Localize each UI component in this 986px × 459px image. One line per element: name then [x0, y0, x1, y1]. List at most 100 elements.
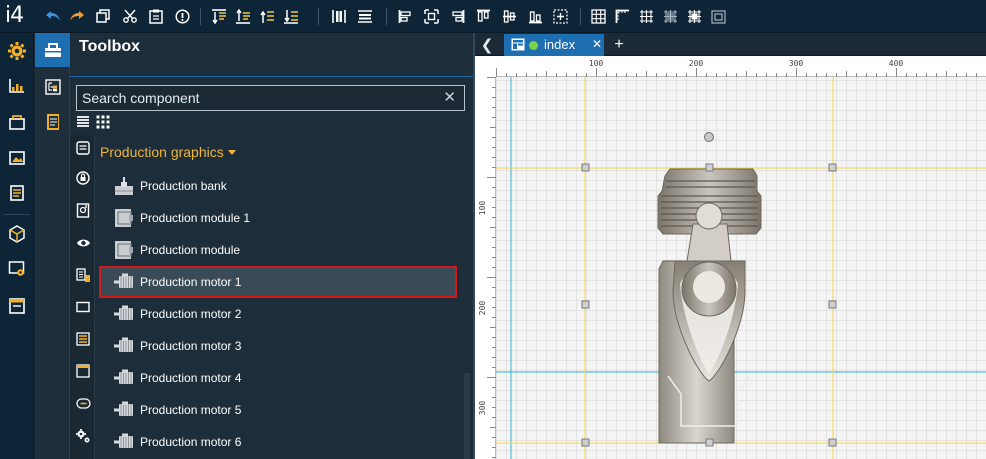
bring-forward-icon[interactable]: [258, 7, 276, 25]
align-center-icon[interactable]: [422, 7, 440, 25]
category-basic-icon[interactable]: [74, 139, 92, 157]
list-item[interactable]: Production motor 2: [99, 298, 457, 330]
ruler-icon[interactable]: [613, 7, 631, 25]
distribute-horizontal-icon[interactable]: [356, 7, 374, 25]
chevron-left-icon[interactable]: ❮: [475, 33, 499, 56]
category-library-icon[interactable]: [74, 266, 92, 284]
toolbox-tab-rail: [35, 33, 70, 459]
info-icon[interactable]: [173, 7, 191, 25]
list-item-label: Production module 1: [140, 211, 251, 225]
undo-icon[interactable]: [44, 7, 62, 25]
paste-icon[interactable]: [147, 7, 165, 25]
screen-settings-icon[interactable]: [5, 257, 29, 281]
list-item[interactable]: Production motor 3: [99, 330, 457, 362]
category-view-icon[interactable]: [74, 234, 92, 252]
send-backward-icon[interactable]: [282, 7, 300, 25]
list-item-label: Production motor 4: [140, 371, 242, 385]
grid-view-icon[interactable]: [96, 115, 110, 134]
motor-icon: [113, 432, 135, 452]
align-bottom-edge-icon[interactable]: [526, 7, 544, 25]
clear-search-icon[interactable]: ✕: [443, 89, 456, 107]
list-item[interactable]: Production module 1: [99, 202, 457, 234]
toolbar-separator: [580, 8, 581, 25]
tab-label: index: [544, 37, 576, 52]
search-input[interactable]: [77, 86, 437, 110]
pages-icon[interactable]: [5, 181, 29, 205]
vertical-ruler: 100 200 300: [475, 56, 496, 459]
cut-icon[interactable]: [121, 7, 139, 25]
ruler-label: 100: [478, 201, 487, 216]
list-item-label: Production motor 1: [140, 275, 242, 289]
canvas-drawing: [496, 77, 986, 459]
category-devices-icon[interactable]: [74, 201, 92, 219]
main-left-menu: [0, 33, 34, 459]
list-view-icon[interactable]: [76, 115, 90, 134]
grid-icon[interactable]: [589, 7, 607, 25]
grid-settings-icon[interactable]: [685, 7, 703, 25]
category-connectors-icon[interactable]: [74, 394, 92, 412]
fit-icon[interactable]: [709, 7, 727, 25]
snap-objects-icon[interactable]: [661, 7, 679, 25]
list-item-selected[interactable]: Production motor 1: [99, 266, 457, 298]
align-top-edge-icon[interactable]: [474, 7, 492, 25]
redo-icon[interactable]: [68, 7, 86, 25]
list-item[interactable]: Production bank: [99, 170, 457, 202]
center-selection-icon[interactable]: [551, 7, 569, 25]
motor-icon: [113, 304, 135, 324]
editor-tab-bar: ❮ index ✕ +: [475, 33, 986, 56]
app-logo: i4: [5, 3, 24, 28]
ruler-label: 200: [478, 301, 487, 316]
ruler-label: 200: [689, 59, 704, 68]
ruler-label: 100: [589, 59, 604, 68]
list-item[interactable]: Production motor 6: [99, 426, 457, 458]
list-scrollbar[interactable]: [464, 373, 470, 459]
category-lists-icon[interactable]: [74, 330, 92, 348]
align-middle-icon[interactable]: [500, 7, 518, 25]
design-canvas[interactable]: 100 200 300 400 100 200 300: [475, 56, 986, 459]
project-tree-tab-icon[interactable]: [35, 70, 70, 104]
settings-icon[interactable]: [5, 39, 29, 63]
align-right-icon[interactable]: [448, 7, 466, 25]
production-module-icon: [113, 208, 135, 228]
project-icon[interactable]: [5, 110, 29, 134]
toolbar-separator: [318, 8, 319, 25]
gallery-icon[interactable]: [5, 146, 29, 170]
list-item[interactable]: Production motor 5: [99, 394, 457, 426]
close-icon[interactable]: ✕: [592, 37, 602, 51]
list-item-label: Production module: [140, 243, 241, 257]
panel-divider: [70, 76, 473, 77]
ruler-label: 400: [889, 59, 904, 68]
list-item[interactable]: Production motor 4: [99, 362, 457, 394]
list-item-label: Production motor 2: [140, 307, 242, 321]
list-item-label: Production motor 6: [140, 435, 242, 449]
production-module-icon: [113, 240, 135, 260]
window-icon[interactable]: [5, 294, 29, 318]
tab-index[interactable]: index ✕: [504, 34, 604, 56]
align-bottom-icon[interactable]: [234, 7, 252, 25]
category-security-icon[interactable]: [74, 169, 92, 187]
motor-icon: [113, 400, 135, 420]
production-bank-icon: [113, 176, 135, 196]
category-windows-icon[interactable]: [74, 362, 92, 380]
category-graphics-icon[interactable]: [74, 427, 92, 445]
snap-grid-icon[interactable]: [637, 7, 655, 25]
properties-tab-icon[interactable]: [35, 105, 70, 139]
list-item[interactable]: Production module: [99, 234, 457, 266]
page-icon: [511, 38, 525, 56]
add-tab-icon[interactable]: +: [609, 33, 629, 56]
component-list: Production graphics Production bank Prod…: [96, 135, 473, 459]
editor-area: ❮ index ✕ + 100 200 300 400 100 200 300: [475, 33, 986, 459]
packages-icon[interactable]: [5, 222, 29, 246]
dashboard-icon[interactable]: [5, 74, 29, 98]
motor-icon: [113, 336, 135, 356]
group-header[interactable]: Production graphics: [100, 144, 236, 160]
group-label: Production graphics: [100, 144, 224, 160]
category-shapes-icon[interactable]: [74, 298, 92, 316]
distribute-vertical-icon[interactable]: [330, 7, 348, 25]
main-toolbar: i4: [0, 0, 986, 33]
align-left-icon[interactable]: [396, 7, 414, 25]
copy-icon[interactable]: [94, 7, 112, 25]
category-rail: [70, 135, 95, 459]
toolbox-tab-icon[interactable]: [35, 33, 70, 67]
align-top-icon[interactable]: [210, 7, 228, 25]
